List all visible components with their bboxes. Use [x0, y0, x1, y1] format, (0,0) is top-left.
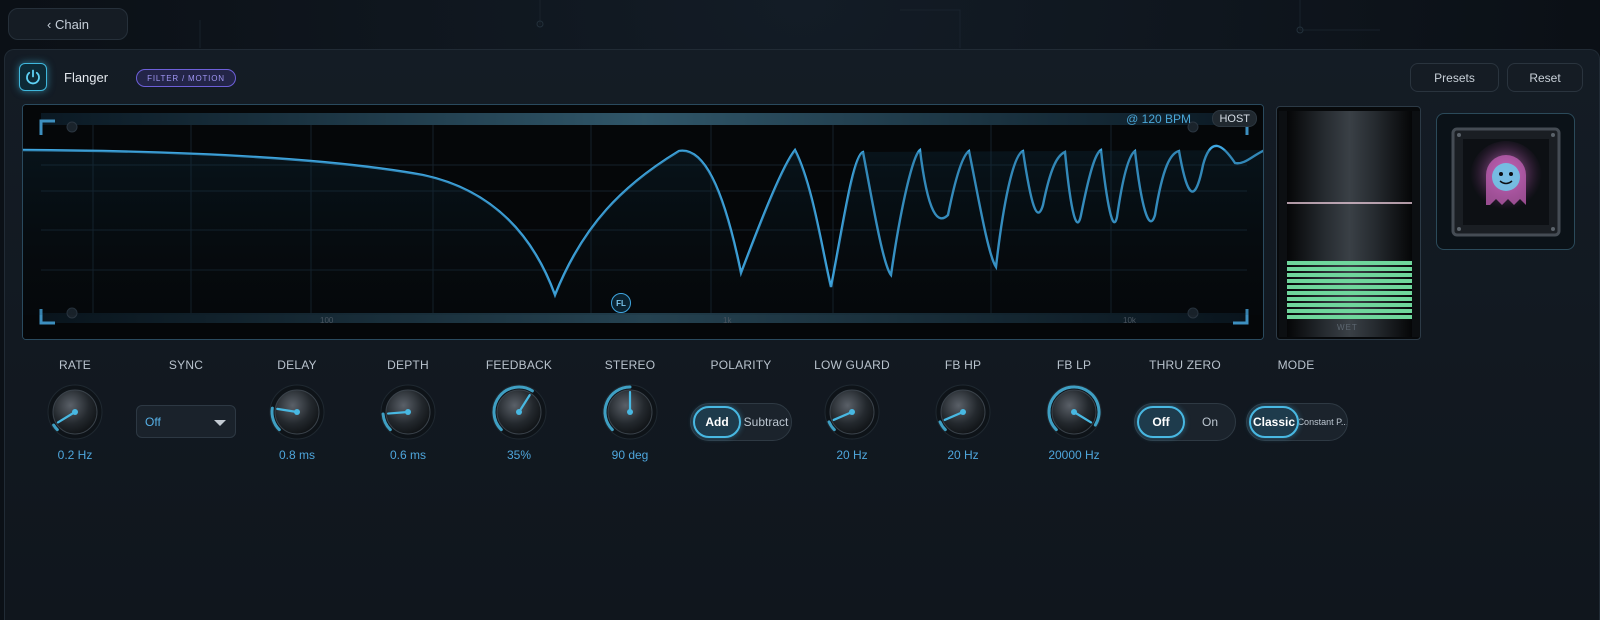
- bpm-readout: @ 120 BPM: [1126, 112, 1191, 126]
- wet-meter-label: WET: [1337, 323, 1358, 332]
- axis-label-100: 100: [320, 316, 334, 325]
- ghost-icon: [1451, 127, 1560, 236]
- character-art-frame: [1436, 113, 1575, 250]
- sync-control: SYNC: [131, 358, 241, 374]
- chevron-down-icon: [214, 420, 226, 426]
- back-to-chain-button[interactable]: ‹ Chain: [8, 8, 128, 40]
- feedback-value: 35%: [506, 448, 532, 462]
- power-icon: [26, 69, 40, 85]
- mode-segmented-control: Classic Constant P...: [1246, 403, 1348, 441]
- fb-hp-control: FB HP 20 Hz: [908, 358, 1018, 462]
- meter-bar-segment: [1279, 261, 1420, 265]
- depth-control: DEPTH 0.6 ms: [353, 358, 463, 462]
- mode-control: MODE: [1241, 358, 1351, 374]
- meter-bar-segment: [1279, 273, 1420, 277]
- knob-center-dot: [960, 409, 966, 415]
- fb-lp-label: FB LP: [1056, 358, 1092, 372]
- power-toggle-button[interactable]: [19, 63, 47, 91]
- wet-meter-svg: [1279, 111, 1420, 337]
- fb-lp-control: FB LP 20000 Hz: [1019, 358, 1129, 462]
- rate-label: RATE: [59, 358, 91, 372]
- knob-center-dot: [627, 409, 633, 415]
- stereo-label: STEREO: [604, 358, 656, 372]
- axis-label-10k: 10k: [1123, 316, 1136, 325]
- fb-hp-value: 20 Hz: [947, 448, 979, 462]
- rate-knob[interactable]: [45, 382, 105, 442]
- feedback-control: FEEDBACK 35%: [464, 358, 574, 462]
- thru-zero-on-option[interactable]: On: [1185, 406, 1235, 438]
- sync-selected-value: Off: [145, 414, 161, 429]
- response-curve-svg: [23, 105, 1263, 339]
- meter-bar-segment: [1279, 279, 1420, 283]
- knob-center-dot: [1071, 409, 1077, 415]
- polarity-label: POLARITY: [710, 358, 772, 372]
- mode-label: MODE: [1277, 358, 1315, 372]
- axis-label-1k: 1k: [723, 316, 732, 325]
- delay-knob[interactable]: [267, 382, 327, 442]
- polarity-subtract-option[interactable]: Subtract: [741, 406, 791, 438]
- fb-lp-knob[interactable]: [1044, 382, 1104, 442]
- knob-indicator: [386, 410, 410, 415]
- knob-center-dot: [405, 409, 411, 415]
- stereo-knob[interactable]: [600, 382, 660, 442]
- rate-value: 0.2 Hz: [57, 448, 93, 462]
- meter-bar-segment: [1279, 285, 1420, 289]
- knob-center-dot: [516, 409, 522, 415]
- sync-dropdown[interactable]: Off: [136, 405, 236, 438]
- knob-center-dot: [294, 409, 300, 415]
- low-guard-knob[interactable]: [822, 382, 882, 442]
- polarity-segmented-control: Add Subtract: [690, 403, 792, 441]
- feedback-label: FEEDBACK: [485, 358, 553, 372]
- low-guard-label: LOW GUARD: [814, 358, 890, 372]
- polarity-control: POLARITY: [686, 358, 796, 374]
- thru-zero-label: THRU ZERO: [1149, 358, 1221, 372]
- rate-control: RATE 0.2 Hz: [20, 358, 130, 462]
- low-guard-value: 20 Hz: [836, 448, 868, 462]
- knob-center-dot: [72, 409, 78, 415]
- curve-handle-label: FL: [616, 298, 626, 308]
- thru-zero-off-option[interactable]: Off: [1137, 406, 1185, 438]
- plugin-title: Flanger: [64, 70, 109, 85]
- curve-handle[interactable]: FL: [611, 293, 631, 313]
- low-guard-control: LOW GUARD 20 Hz: [797, 358, 907, 462]
- fb-hp-label: FB HP: [944, 358, 982, 372]
- polarity-add-option[interactable]: Add: [693, 406, 741, 438]
- category-badge: FILTER / MOTION: [136, 69, 236, 87]
- fb-hp-knob[interactable]: [933, 382, 993, 442]
- stereo-control: STEREO 90 deg: [575, 358, 685, 462]
- meter-bar-segment: [1279, 303, 1420, 307]
- mode-constant-power-option[interactable]: Constant P...: [1299, 406, 1347, 438]
- sync-label: SYNC: [168, 358, 204, 372]
- stereo-value: 90 deg: [611, 448, 649, 462]
- mode-classic-option[interactable]: Classic: [1249, 406, 1299, 438]
- feedback-knob[interactable]: [489, 382, 549, 442]
- meter-bar-segment: [1279, 297, 1420, 301]
- thru-zero-segmented-control: Off On: [1134, 403, 1236, 441]
- knob-center-dot: [849, 409, 855, 415]
- meter-bar-segment: [1279, 315, 1420, 319]
- wet-level-meter: WET: [1276, 106, 1421, 340]
- presets-button[interactable]: Presets: [1410, 63, 1499, 92]
- depth-label: DEPTH: [387, 358, 429, 372]
- depth-value: 0.6 ms: [389, 448, 426, 462]
- frequency-response-display: @ 120 BPM HOST 100 1k 10k FL: [22, 104, 1264, 340]
- reset-button[interactable]: Reset: [1507, 63, 1583, 92]
- delay-label: DELAY: [277, 358, 317, 372]
- meter-bar-segment: [1279, 309, 1420, 313]
- host-sync-button[interactable]: HOST: [1212, 110, 1257, 127]
- meter-bar-segment: [1279, 291, 1420, 295]
- thru-zero-control: THRU ZERO: [1130, 358, 1240, 374]
- delay-control: DELAY 0.8 ms: [242, 358, 352, 462]
- delay-value: 0.8 ms: [278, 448, 315, 462]
- fb-lp-value: 20000 Hz: [1048, 448, 1100, 462]
- meter-bar-segment: [1279, 267, 1420, 271]
- depth-knob[interactable]: [378, 382, 438, 442]
